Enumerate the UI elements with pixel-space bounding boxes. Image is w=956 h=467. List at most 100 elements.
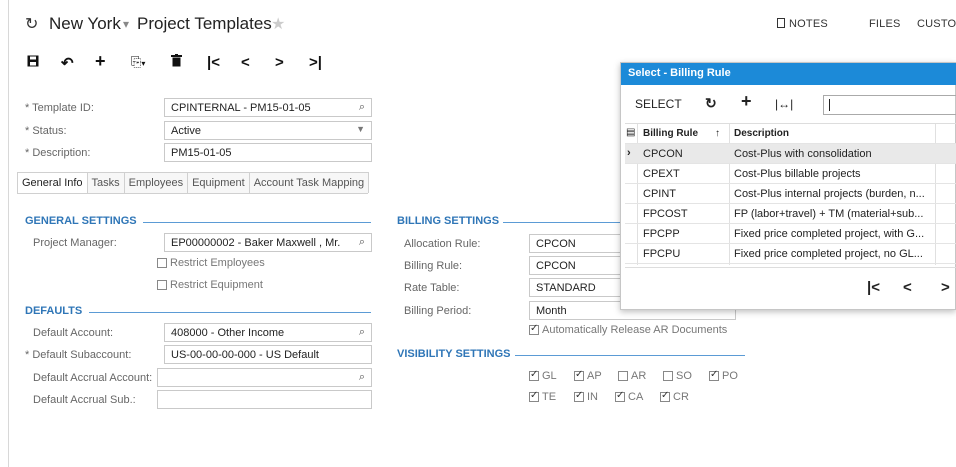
visibility-ap-checkbox[interactable]: AP (574, 369, 602, 382)
auto-release-ar-label: Automatically Release AR Documents (542, 324, 728, 336)
billing-rule-cell: CPEXT (643, 168, 680, 180)
table-row[interactable]: › CPCON Cost-Plus with consolidation (625, 144, 956, 164)
visibility-settings-heading: VISIBILITY SETTINGS (397, 348, 511, 360)
visibility-in-label: IN (587, 391, 598, 403)
template-id-field[interactable]: CPINTERNAL - PM15-01-05 ⌕ (164, 98, 372, 117)
project-manager-label: Project Manager: (33, 237, 117, 249)
visibility-te-label: TE (542, 391, 557, 403)
divider (625, 267, 956, 268)
billing-rule-label: Billing Rule: (404, 260, 463, 272)
company-breadcrumb[interactable]: New York (49, 14, 121, 34)
visibility-ar-checkbox[interactable]: AR (618, 370, 646, 382)
billing-rule-value: CPCON (536, 260, 576, 272)
table-row[interactable]: CPINT Cost-Plus internal projects (burde… (625, 184, 956, 204)
tab-equipment[interactable]: Equipment (187, 172, 250, 193)
first-page-icon[interactable]: |< (867, 279, 880, 296)
dialog-search-input[interactable] (823, 95, 956, 115)
refresh-icon[interactable]: ↻ (25, 14, 38, 34)
visibility-in-checkbox[interactable]: IN (574, 390, 598, 403)
last-record-icon[interactable]: >| (309, 54, 322, 71)
prev-page-icon[interactable]: < (903, 279, 912, 296)
status-select[interactable]: Active ▼ (164, 121, 372, 140)
save-icon[interactable] (27, 54, 39, 71)
fit-columns-icon[interactable]: |↔| (775, 97, 793, 111)
search-icon[interactable]: ⌕ (359, 326, 365, 339)
auto-release-ar-checkbox[interactable]: Automatically Release AR Documents (529, 323, 728, 336)
default-account-label: Default Account: (33, 327, 114, 339)
customization-link[interactable]: CUSTO (917, 18, 956, 30)
refresh-icon[interactable]: ↻ (705, 95, 717, 112)
restrict-employees-checkbox[interactable]: Restrict Employees (157, 257, 265, 269)
add-icon[interactable]: + (741, 91, 752, 112)
default-accrual-sub-field[interactable] (157, 390, 372, 409)
column-header-description[interactable]: Description (734, 128, 789, 139)
visibility-cr-checkbox[interactable]: CR (660, 390, 689, 403)
row-selector-icon: › (627, 147, 631, 159)
visibility-po-checkbox[interactable]: PO (709, 369, 738, 382)
project-manager-field[interactable]: EP00000002 - Baker Maxwell , Mr. ⌕ (164, 233, 372, 252)
page-title: Project Templates (137, 14, 272, 33)
files-link[interactable]: FILES (869, 18, 901, 30)
table-row[interactable]: FPCOST FP (labor+travel) + TM (material+… (625, 204, 956, 224)
default-subaccount-value: US-00-00-00-000 - US Default (171, 349, 319, 361)
restrict-equipment-checkbox[interactable]: Restrict Equipment (157, 279, 263, 291)
favorite-star-icon[interactable]: ★ (271, 14, 285, 34)
tab-tasks[interactable]: Tasks (86, 172, 125, 193)
chevron-down-icon[interactable]: ▾ (123, 17, 129, 31)
tab-account-task-mapping[interactable]: Account Task Mapping (248, 172, 370, 193)
billing-rule-cell: FPCOST (643, 208, 688, 220)
restrict-employees-label: Restrict Employees (170, 257, 265, 269)
template-id-label: * Template ID: (25, 102, 94, 114)
first-record-icon[interactable]: |< (207, 54, 220, 71)
add-icon[interactable]: + (95, 51, 106, 72)
checkbox-box (157, 280, 167, 290)
visibility-ca-checkbox[interactable]: CA (615, 390, 644, 403)
grid-settings-icon[interactable]: ▤ (626, 127, 635, 138)
default-subaccount-label: * Default Subaccount: (25, 349, 132, 361)
dialog-title: Select - Billing Rule (621, 63, 956, 85)
text-caret (829, 99, 830, 111)
tab-employees[interactable]: Employees (123, 172, 189, 193)
visibility-ca-label: CA (628, 391, 644, 403)
tab-bar: General Info Tasks Employees Equipment A… (17, 172, 370, 194)
default-accrual-account-field[interactable]: ⌕ (157, 368, 372, 387)
delete-icon[interactable] (171, 54, 182, 71)
next-page-icon[interactable]: > (941, 279, 950, 296)
prev-record-icon[interactable]: < (241, 54, 250, 71)
select-billing-rule-dialog: Select - Billing Rule SELECT ↻ + |↔| ▤ B… (620, 62, 956, 310)
visibility-te-checkbox[interactable]: TE (529, 390, 557, 403)
rate-table-value: STANDARD (536, 282, 596, 294)
project-manager-value: EP00000002 - Baker Maxwell , Mr. (171, 237, 341, 249)
default-account-field[interactable]: 408000 - Other Income ⌕ (164, 323, 372, 342)
visibility-gl-checkbox[interactable]: GL (529, 369, 557, 382)
copy-paste-icon[interactable]: ⎘▾ (131, 54, 145, 70)
description-cell: Cost-Plus internal projects (burden, n..… (734, 188, 925, 200)
next-record-icon[interactable]: > (275, 54, 284, 71)
checkbox-box (660, 390, 670, 402)
tab-general-info[interactable]: General Info (17, 172, 88, 193)
table-row[interactable]: CPEXT Cost-Plus billable projects (625, 164, 956, 184)
description-value: PM15-01-05 (171, 147, 232, 159)
allocation-rule-field[interactable]: CPCON (529, 234, 629, 253)
description-cell: Cost-Plus billable projects (734, 168, 861, 180)
column-header-billing-rule[interactable]: Billing Rule (643, 128, 698, 139)
allocation-rule-value: CPCON (536, 238, 576, 250)
rate-table-field[interactable]: STANDARD (529, 278, 629, 297)
checkbox-box (529, 390, 539, 402)
undo-icon[interactable]: ↶ (61, 54, 74, 72)
search-icon[interactable]: ⌕ (359, 371, 365, 384)
visibility-so-checkbox[interactable]: SO (663, 370, 692, 382)
template-id-value: CPINTERNAL - PM15-01-05 (171, 102, 311, 114)
search-icon[interactable]: ⌕ (359, 101, 365, 114)
search-icon[interactable]: ⌕ (359, 236, 365, 249)
default-subaccount-field[interactable]: US-00-00-00-000 - US Default (164, 345, 372, 364)
table-row[interactable]: FPCPU Fixed price completed project, no … (625, 244, 956, 264)
table-row[interactable]: FPCPP Fixed price completed project, wit… (625, 224, 956, 244)
notes-link[interactable]: NOTES (777, 18, 828, 30)
default-accrual-sub-label: Default Accrual Sub.: (33, 394, 136, 406)
sort-asc-icon[interactable]: ↑ (715, 128, 720, 139)
title-bar: ↻ New York ▾ Project Templates ★ NOTES F… (9, 0, 956, 44)
billing-rule-field[interactable]: CPCON (529, 256, 629, 275)
description-field[interactable]: PM15-01-05 (164, 143, 372, 162)
select-button[interactable]: SELECT (635, 97, 682, 111)
